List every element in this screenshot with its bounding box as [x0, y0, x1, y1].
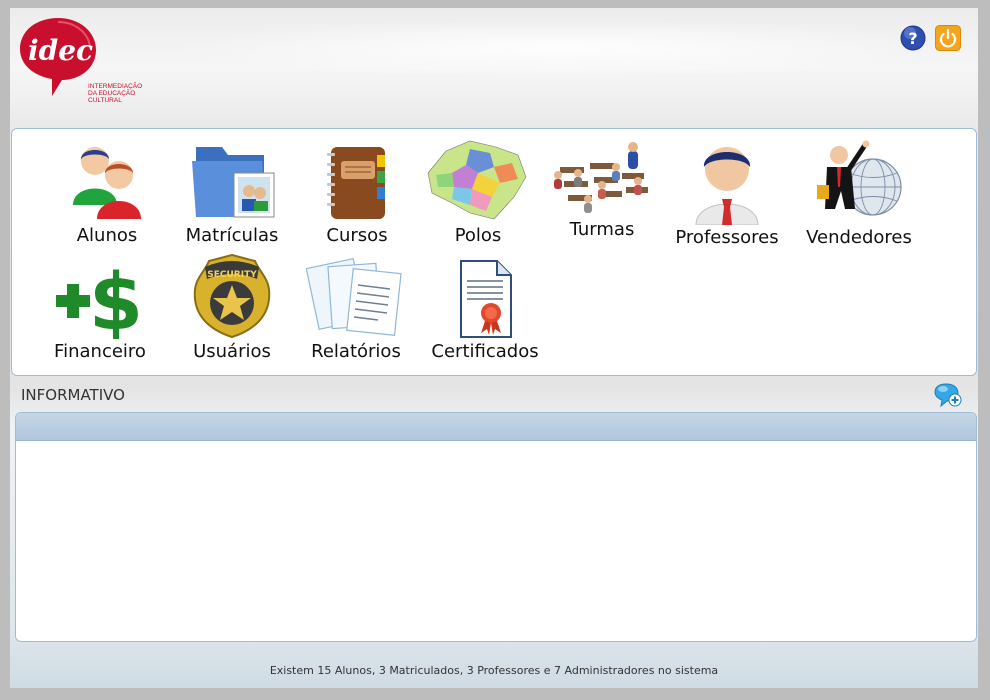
add-comment-icon[interactable] — [934, 382, 962, 408]
reports-icon — [306, 257, 402, 336]
menu-item-alunos[interactable]: Alunos — [42, 139, 172, 246]
informativo-title: INFORMATIVO — [21, 386, 125, 404]
enrollment-folder-icon — [192, 147, 275, 218]
informativo-panel-header — [16, 413, 976, 441]
menu-label: Cursos — [326, 225, 388, 246]
informativo-header: INFORMATIVO — [10, 380, 978, 410]
menu-label: Turmas — [569, 219, 635, 240]
menu-label: Polos — [454, 225, 502, 246]
teacher-icon — [695, 147, 759, 225]
menu-label: Professores — [675, 227, 779, 248]
menu-item-polos[interactable]: Polos — [420, 137, 536, 246]
svg-text:$: $ — [89, 258, 143, 339]
menu-label: Vendedores — [806, 227, 912, 248]
menu-label: Relatórios — [311, 341, 401, 362]
header: idec INTERMEDIAÇÃO DA EDUCAÇÃO CULTURAL … — [10, 8, 978, 126]
menu-label: Usuários — [193, 341, 271, 362]
plus-dollar-icon: $ — [56, 258, 143, 339]
app-frame: idec INTERMEDIAÇÃO DA EDUCAÇÃO CULTURAL … — [10, 8, 978, 688]
main-menu-panel: Alunos Matrículas Cursos Polos Turmas Pr… — [11, 128, 977, 376]
header-swoosh — [160, 18, 960, 78]
svg-text:?: ? — [908, 29, 917, 48]
salesman-globe-icon — [817, 140, 902, 216]
idec-logo[interactable]: idec INTERMEDIAÇÃO DA EDUCAÇÃO CULTURAL — [18, 16, 158, 106]
system-status-footer: Existem 15 Alunos, 3 Matriculados, 3 Pro… — [269, 664, 719, 677]
menu-label: Financeiro — [54, 341, 146, 362]
svg-text:SECURITY: SECURITY — [207, 270, 257, 280]
power-icon[interactable] — [935, 25, 961, 51]
logo-subtitle: INTERMEDIAÇÃO DA EDUCAÇÃO CULTURAL — [88, 83, 143, 104]
informativo-panel — [15, 412, 977, 642]
menu-label: Certificados — [431, 341, 539, 362]
menu-item-financeiro[interactable]: $ Financeiro — [42, 253, 158, 362]
classroom-icon — [554, 142, 648, 213]
menu-item-certificados[interactable]: Certificados — [422, 259, 548, 362]
svg-text:idec: idec — [28, 34, 93, 67]
menu-item-relatorios[interactable]: Relatórios — [297, 253, 415, 362]
help-icon[interactable]: ? — [900, 25, 926, 51]
notebook-icon — [327, 147, 385, 219]
map-icon — [427, 140, 527, 220]
menu-item-professores[interactable]: Professores — [667, 141, 787, 248]
menu-item-vendedores[interactable]: Vendedores — [794, 137, 924, 248]
menu-item-turmas[interactable]: Turmas — [544, 137, 660, 240]
certificate-icon — [460, 260, 512, 338]
security-badge-icon: SECURITY — [193, 253, 271, 339]
menu-item-usuarios[interactable]: SECURITY Usuários — [177, 253, 287, 362]
menu-item-matriculas[interactable]: Matrículas — [167, 139, 297, 246]
menu-label: Matrículas — [185, 225, 279, 246]
menu-item-cursos[interactable]: Cursos — [302, 141, 412, 246]
menu-label: Alunos — [76, 225, 138, 246]
students-icon — [73, 147, 141, 219]
